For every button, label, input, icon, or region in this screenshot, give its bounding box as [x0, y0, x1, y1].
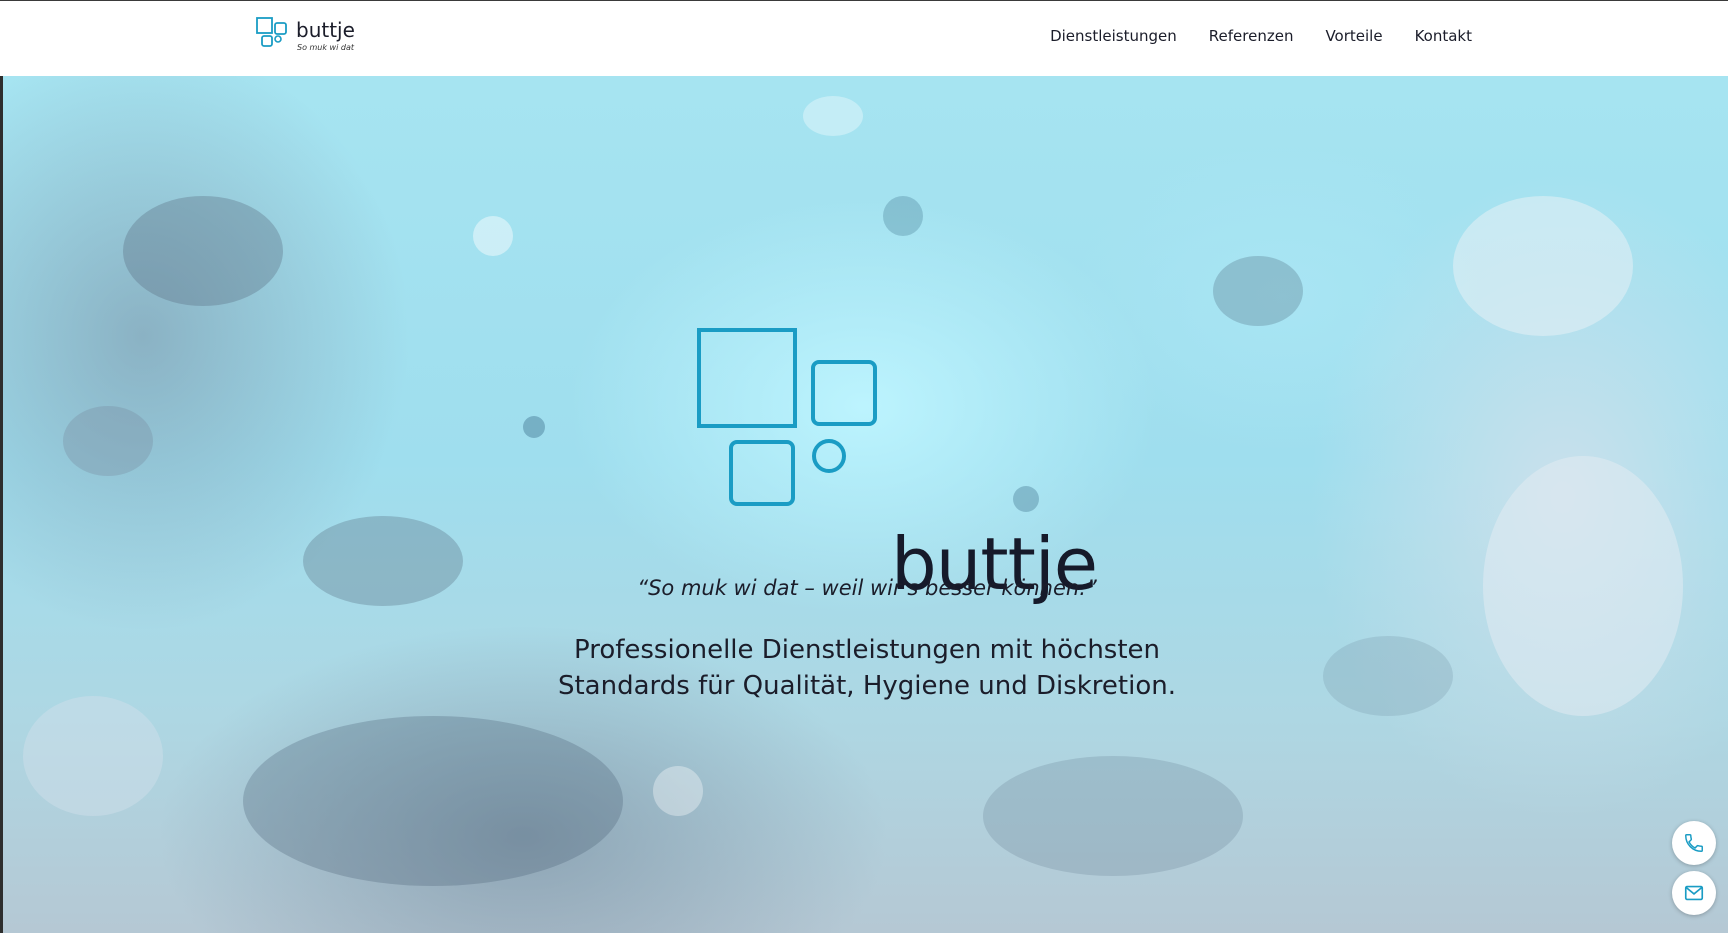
- nav-link-referenzen[interactable]: Referenzen: [1209, 27, 1294, 45]
- brand-tagline: So muk wi dat: [297, 43, 354, 52]
- hero-slogan: “So muk wi dat – weil wir's besser könne…: [637, 576, 1097, 600]
- nav-link-dienstleistungen[interactable]: Dienstleistungen: [1050, 27, 1177, 45]
- phone-icon: [1685, 834, 1703, 852]
- nav-link-vorteile[interactable]: Vorteile: [1325, 27, 1382, 45]
- site-header: buttje So muk wi dat Dienstleistungen Re…: [0, 0, 1728, 76]
- hero-description: Professionelle Dienstleistungen mit höch…: [3, 632, 1728, 704]
- mail-icon: [1684, 885, 1704, 901]
- main-nav: Dienstleistungen Referenzen Vorteile Kon…: [1018, 27, 1472, 45]
- hero-section: buttje “So muk wi dat – weil wir's besse…: [0, 76, 1728, 933]
- nav-link-kontakt[interactable]: Kontakt: [1415, 27, 1472, 45]
- email-button[interactable]: [1672, 871, 1716, 915]
- brand-logo-icon: [256, 17, 287, 47]
- call-button[interactable]: [1672, 821, 1716, 865]
- hero-description-line-2: Standards für Qualität, Hygiene und Disk…: [557, 671, 1176, 701]
- hero-logo-icon: [697, 328, 877, 506]
- brand-name: buttje: [296, 18, 355, 42]
- hero-description-line-1: Professionelle Dienstleistungen mit höch…: [573, 635, 1161, 665]
